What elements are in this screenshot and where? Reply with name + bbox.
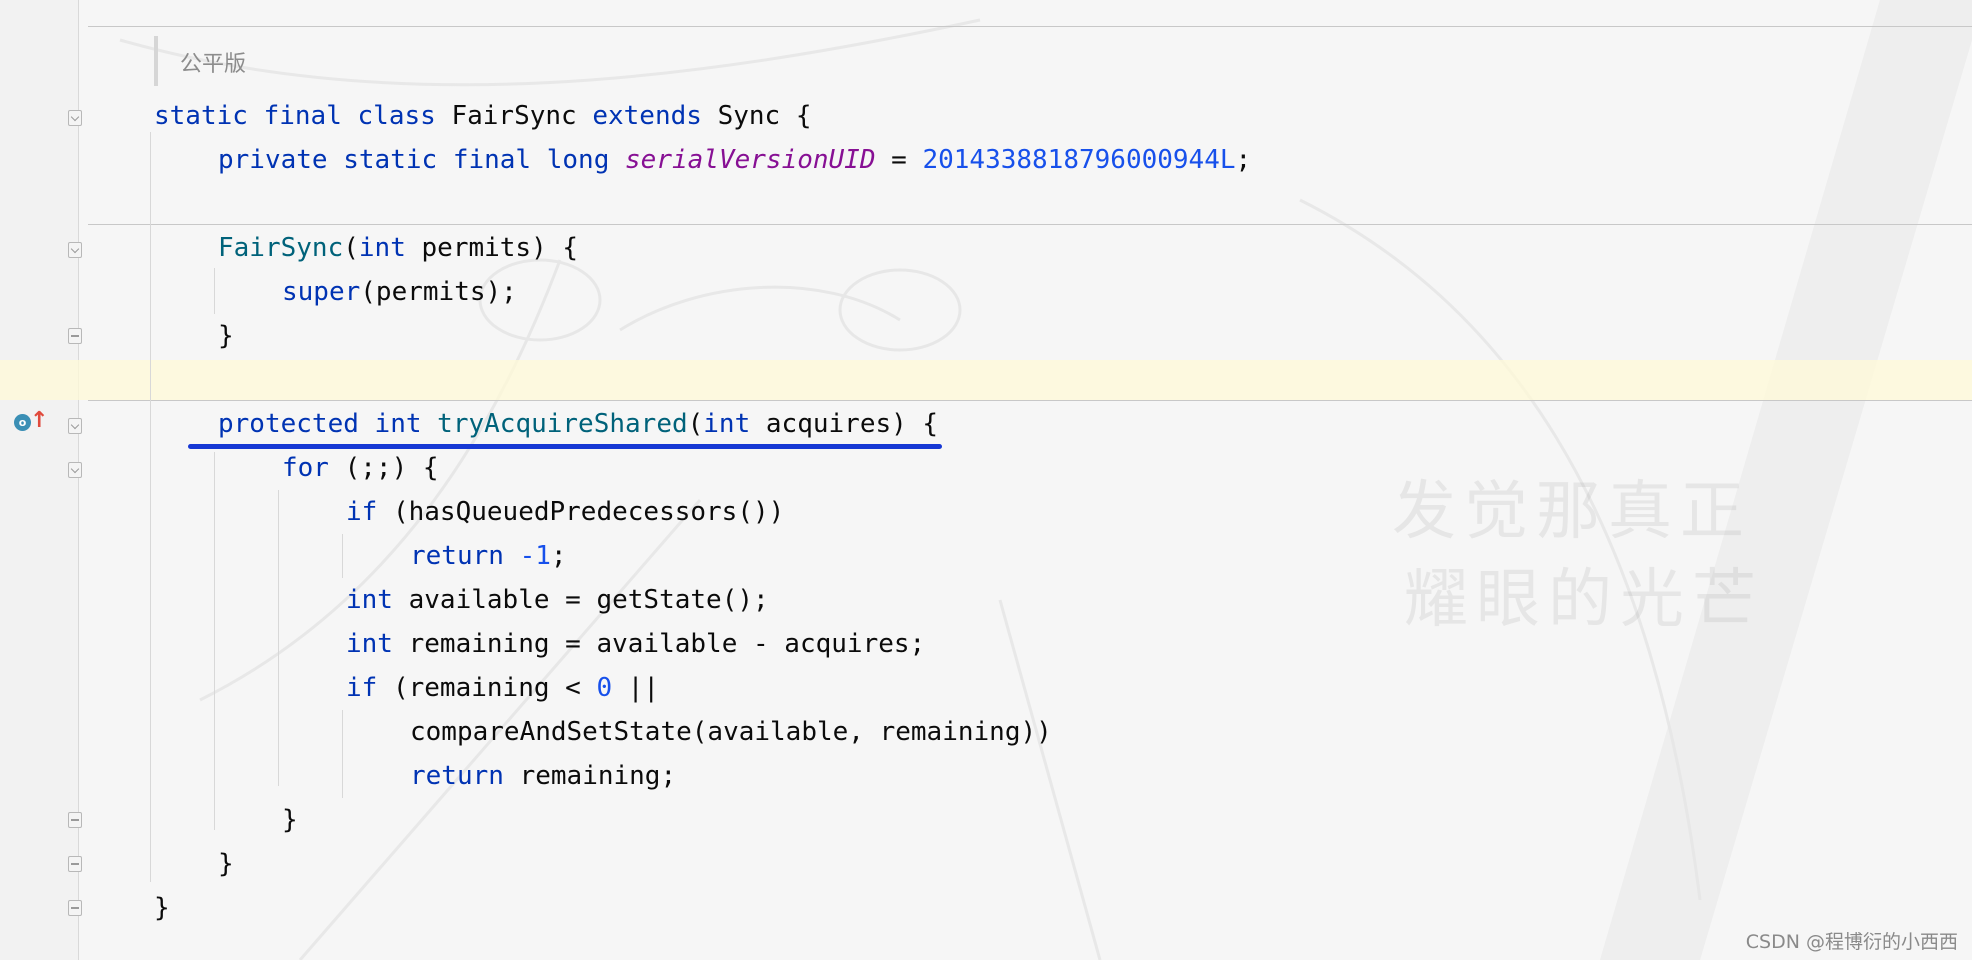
keyword: long — [546, 145, 610, 175]
keyword: extends — [592, 101, 702, 131]
constructor-name: FairSync — [218, 233, 344, 263]
code-text: (remaining < — [377, 673, 597, 703]
field-name: serialVersionUID — [625, 145, 876, 175]
code-text: available = getState(); — [392, 585, 769, 615]
code-text: ; — [1235, 145, 1252, 175]
method-separator — [88, 26, 1972, 27]
keyword: int — [703, 409, 751, 439]
keyword: static — [343, 145, 438, 175]
implements-up-arrow-icon[interactable]: ↑ — [30, 408, 48, 434]
code-text: (permits); — [360, 277, 517, 307]
keyword: int — [358, 233, 406, 263]
code-text: ; — [550, 541, 567, 571]
keyword: static — [154, 101, 248, 131]
code-text: = — [875, 145, 923, 175]
code-line-9: return -1; — [410, 534, 567, 578]
code-text: ( — [687, 409, 704, 439]
code-line-17: } — [154, 886, 170, 930]
code-text: ( — [343, 233, 359, 263]
code-line-16: } — [218, 842, 234, 886]
keyword: class — [357, 101, 436, 131]
keyword: final — [263, 101, 342, 131]
current-line-highlight — [0, 360, 1972, 400]
override-method-icon[interactable]: o — [14, 414, 31, 431]
class-name: FairSync — [451, 101, 577, 131]
code-line-4: super(permits); — [282, 270, 517, 314]
keyword: super — [282, 277, 361, 307]
fold-end-marker-icon[interactable] — [68, 900, 82, 916]
indent-guide — [342, 710, 343, 798]
keyword: protected — [218, 409, 359, 439]
keyword: if — [346, 673, 378, 703]
keyword: int — [346, 629, 393, 659]
fold-marker-icon[interactable] — [68, 418, 82, 434]
code-text: (;;) { — [328, 453, 439, 483]
method-separator — [88, 224, 1972, 225]
keyword: if — [346, 497, 378, 527]
indent-guide — [278, 490, 279, 786]
number-literal: 0 — [596, 673, 613, 703]
fold-end-marker-icon[interactable] — [68, 856, 82, 872]
doc-comment-bar — [154, 36, 158, 86]
number-literal: 2014338818796000944L — [922, 145, 1236, 175]
keyword: int — [374, 409, 422, 439]
keyword: int — [346, 585, 393, 615]
parent-class: Sync — [717, 101, 781, 131]
method-separator — [88, 400, 1972, 401]
code-line-15: } — [282, 798, 298, 842]
number-literal: -1 — [519, 541, 551, 571]
code-text: acquires) { — [750, 409, 939, 439]
code-text: } — [218, 321, 234, 351]
code-line-10: int available = getState(); — [346, 578, 769, 622]
code-text: remaining = available - acquires; — [392, 629, 926, 659]
keyword: final — [452, 145, 532, 175]
source-credit: CSDN @程博衍的小西西 — [1745, 931, 1958, 953]
code-line-6: protected int tryAcquireShared(int acqui… — [218, 402, 938, 446]
doc-comment: 公平版 — [180, 52, 247, 77]
code-line-2: private static final long serialVersionU… — [218, 138, 1251, 182]
keyword: return — [410, 541, 504, 571]
code-line-7: for (;;) { — [282, 446, 439, 490]
code-line-11: int remaining = available - acquires; — [346, 622, 925, 666]
code-line-12: if (remaining < 0 || — [346, 666, 659, 710]
code-text: } — [218, 849, 234, 879]
code-text: permits) { — [405, 233, 579, 263]
indent-guide — [150, 132, 151, 882]
code-line-5: } — [218, 314, 234, 358]
code-text: remaining; — [503, 761, 677, 791]
code-text: } — [154, 893, 170, 923]
code-line-1: static final class FairSync extends Sync… — [154, 94, 812, 138]
method-name: tryAcquireShared — [437, 409, 688, 439]
code-line-14: return remaining; — [410, 754, 676, 798]
code-text: || — [612, 673, 660, 703]
fold-end-marker-icon[interactable] — [68, 328, 82, 344]
keyword: for — [282, 453, 329, 483]
indent-guide — [342, 534, 343, 578]
background-watermark-text: 发觉那真正 — [1392, 475, 1752, 549]
code-line-13: compareAndSetState(available, remaining)… — [410, 710, 1052, 754]
indent-guide — [214, 268, 215, 314]
background-watermark-text: 耀眼的光芒 — [1404, 563, 1764, 637]
fold-marker-icon[interactable] — [68, 110, 82, 126]
code-text: } — [282, 805, 298, 835]
fold-end-marker-icon[interactable] — [68, 812, 82, 828]
code-text: compareAndSetState(available, remaining)… — [410, 717, 1052, 747]
code-text: (hasQueuedPredecessors()) — [377, 497, 785, 527]
code-line-3: FairSync(int permits) { — [218, 226, 578, 270]
code-line-8: if (hasQueuedPredecessors()) — [346, 490, 784, 534]
keyword: return — [410, 761, 504, 791]
indent-guide — [214, 452, 215, 830]
keyword: private — [218, 145, 328, 175]
fold-marker-icon[interactable] — [68, 462, 82, 478]
code-text: { — [780, 101, 812, 131]
fold-marker-icon[interactable] — [68, 242, 82, 258]
